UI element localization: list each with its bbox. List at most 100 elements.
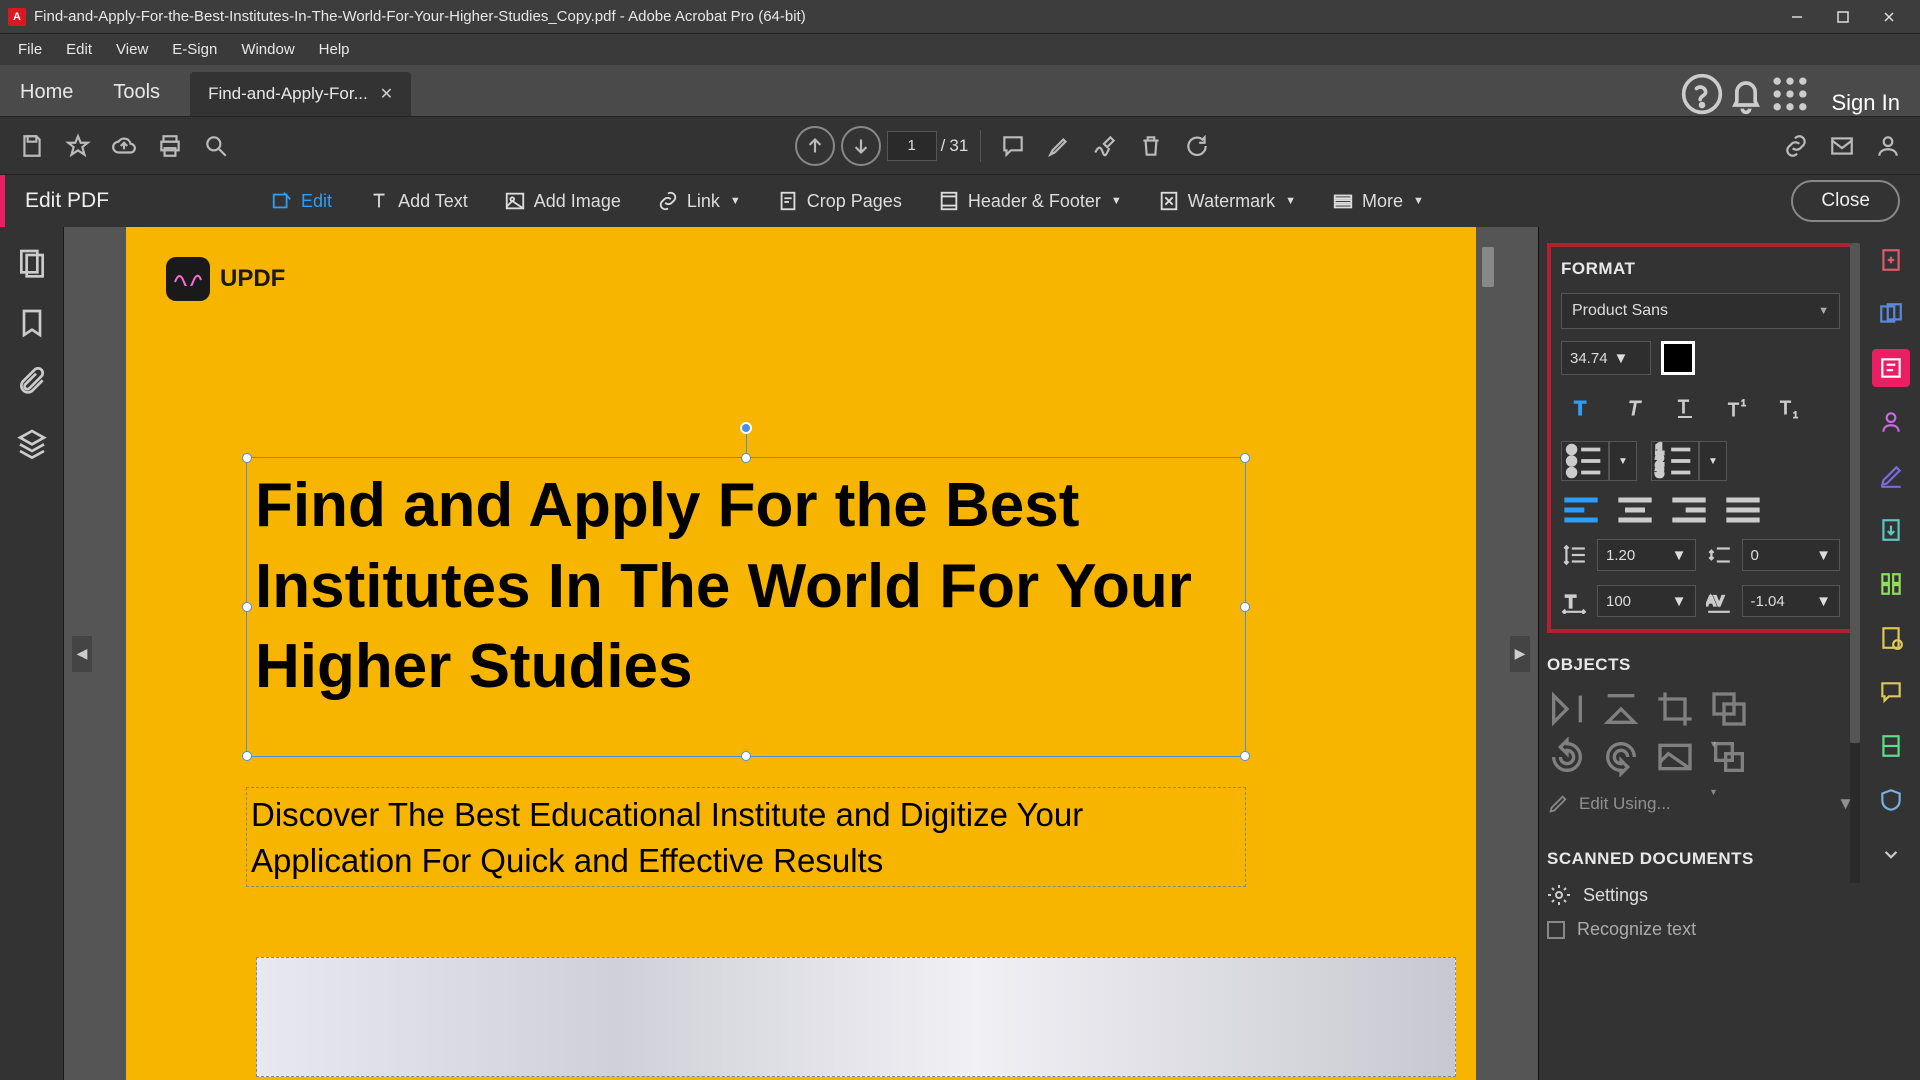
close-tab-icon[interactable]: ✕ (380, 84, 393, 104)
scan-ocr-icon[interactable] (1872, 727, 1910, 765)
bullet-list-dropdown[interactable]: ▼ (1609, 441, 1637, 481)
edit-button[interactable]: Edit (257, 184, 346, 218)
align-center-icon[interactable] (1615, 495, 1655, 525)
bold-icon[interactable]: T (1561, 389, 1603, 427)
more-tools-icon[interactable] (1872, 835, 1910, 873)
thumbnails-icon[interactable] (16, 247, 48, 279)
bullet-list-icon[interactable] (1561, 441, 1609, 481)
page-down-icon[interactable] (841, 126, 881, 166)
cloud-upload-icon[interactable] (104, 126, 144, 166)
resize-handle[interactable] (741, 453, 751, 463)
page-up-icon[interactable] (795, 126, 835, 166)
align-objects-icon[interactable]: ▼ (1709, 737, 1749, 773)
add-image-button[interactable]: Add Image (490, 184, 635, 218)
account-icon[interactable] (1868, 126, 1908, 166)
resize-handle[interactable] (242, 602, 252, 612)
request-signatures-icon[interactable] (1872, 403, 1910, 441)
organize-pages-icon[interactable] (1872, 565, 1910, 603)
resize-handle[interactable] (1240, 602, 1250, 612)
close-window-button[interactable] (1866, 0, 1912, 33)
sign-in-button[interactable]: Sign In (1812, 90, 1920, 116)
layers-icon[interactable] (16, 427, 48, 459)
save-icon[interactable] (12, 126, 52, 166)
search-icon[interactable] (196, 126, 236, 166)
more-button[interactable]: More▼ (1318, 184, 1438, 218)
menu-file[interactable]: File (6, 37, 54, 62)
current-page-input[interactable] (887, 131, 937, 161)
align-right-icon[interactable] (1669, 495, 1709, 525)
prev-page-arrow[interactable]: ◀ (72, 636, 92, 672)
number-list-icon[interactable]: 123 (1651, 441, 1699, 481)
add-text-button[interactable]: Add Text (354, 184, 482, 218)
close-edit-button[interactable]: Close (1791, 180, 1900, 222)
page-subheading[interactable]: Discover The Best Educational Institute … (247, 788, 1245, 888)
rotate-handle[interactable] (740, 422, 752, 434)
delete-icon[interactable] (1131, 126, 1171, 166)
resize-handle[interactable] (741, 751, 751, 761)
menu-esign[interactable]: E-Sign (160, 37, 229, 62)
arrange-icon[interactable]: ▼ (1709, 689, 1749, 725)
maximize-button[interactable] (1820, 0, 1866, 33)
text-color-swatch[interactable] (1661, 341, 1695, 375)
align-left-icon[interactable] (1561, 495, 1601, 525)
link-button[interactable]: Link▼ (643, 184, 755, 218)
help-icon[interactable] (1680, 72, 1724, 116)
flip-horizontal-icon[interactable] (1601, 689, 1641, 725)
underline-icon[interactable]: T (1665, 389, 1707, 427)
replace-image-icon[interactable] (1655, 737, 1695, 773)
bell-icon[interactable] (1724, 72, 1768, 116)
export-pdf-icon[interactable] (1872, 511, 1910, 549)
star-icon[interactable] (58, 126, 98, 166)
line-spacing-dropdown[interactable]: 1.20▼ (1597, 539, 1696, 571)
resize-handle[interactable] (242, 453, 252, 463)
comment-icon[interactable] (993, 126, 1033, 166)
align-justify-icon[interactable] (1723, 495, 1763, 525)
tools-tab[interactable]: Tools (93, 69, 180, 116)
resize-handle[interactable] (1240, 751, 1250, 761)
recognize-checkbox[interactable] (1547, 921, 1565, 939)
document-tab[interactable]: Find-and-Apply-For... ✕ (190, 72, 411, 116)
subscript-icon[interactable]: T1 (1769, 389, 1811, 427)
fill-sign-icon[interactable] (1872, 457, 1910, 495)
attachments-icon[interactable] (16, 367, 48, 399)
resize-handle[interactable] (1240, 453, 1250, 463)
pdf-page[interactable]: UPDF Find and Apply For the Best Institu… (126, 227, 1476, 1080)
rotate-icon[interactable] (1177, 126, 1217, 166)
menu-window[interactable]: Window (229, 37, 306, 62)
edit-using-dropdown[interactable]: Edit Using... ▼ (1547, 785, 1854, 823)
sign-icon[interactable] (1085, 126, 1125, 166)
watermark-button[interactable]: Watermark▼ (1144, 184, 1310, 218)
combine-files-icon[interactable] (1872, 295, 1910, 333)
next-page-arrow[interactable]: ▶ (1510, 636, 1530, 672)
subheading-box[interactable]: Discover The Best Educational Institute … (246, 787, 1246, 887)
char-spacing-dropdown[interactable]: -1.04▼ (1742, 585, 1841, 617)
crop-pages-button[interactable]: Crop Pages (763, 184, 916, 218)
selected-text-box[interactable]: Find and Apply For the Best Institutes I… (246, 457, 1246, 757)
rotate-cw-icon[interactable] (1601, 737, 1641, 773)
rotate-ccw-icon[interactable] (1547, 737, 1587, 773)
settings-row[interactable]: Settings (1547, 883, 1854, 907)
page-heading[interactable]: Find and Apply For the Best Institutes I… (247, 458, 1245, 716)
menu-view[interactable]: View (104, 37, 160, 62)
protect-icon[interactable] (1872, 781, 1910, 819)
share-link-icon[interactable] (1776, 126, 1816, 166)
print-icon[interactable] (150, 126, 190, 166)
image-placeholder[interactable] (256, 957, 1456, 1077)
document-canvas[interactable]: ◀ ▶ UPDF Find and Apply For the Best Ins… (64, 227, 1538, 1080)
minimize-button[interactable] (1774, 0, 1820, 33)
crop-object-icon[interactable] (1655, 689, 1695, 725)
resize-handle[interactable] (242, 751, 252, 761)
flip-vertical-icon[interactable] (1547, 689, 1587, 725)
header-footer-button[interactable]: Header & Footer▼ (924, 184, 1136, 218)
bookmarks-icon[interactable] (16, 307, 48, 339)
superscript-icon[interactable]: T1 (1717, 389, 1759, 427)
highlight-icon[interactable] (1039, 126, 1079, 166)
mail-icon[interactable] (1822, 126, 1862, 166)
menu-help[interactable]: Help (307, 37, 362, 62)
comment-rail-icon[interactable] (1872, 673, 1910, 711)
para-spacing-dropdown[interactable]: 0▼ (1742, 539, 1841, 571)
home-tab[interactable]: Home (0, 69, 93, 116)
send-for-comments-icon[interactable] (1872, 619, 1910, 657)
italic-icon[interactable]: T (1613, 389, 1655, 427)
font-family-dropdown[interactable]: Product Sans▼ (1561, 293, 1840, 329)
